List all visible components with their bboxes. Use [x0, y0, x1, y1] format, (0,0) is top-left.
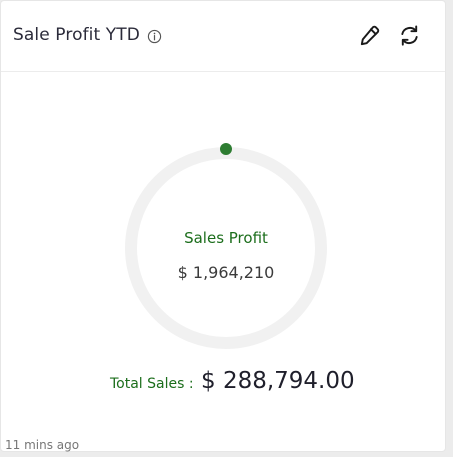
refresh-icon[interactable] [398, 24, 421, 47]
total-sales-label: Total Sales : [110, 376, 194, 392]
gauge-marker [220, 143, 232, 155]
last-updated-timestamp: 11 mins ago [5, 438, 80, 452]
gauge-track [125, 147, 327, 349]
gauge-label: Sales Profit [184, 229, 268, 247]
card-title: Sale Profit YTD [13, 25, 140, 45]
gauge-value: $ 1,964,210 [177, 263, 275, 282]
total-sales-value: $ 288,794.00 [201, 368, 355, 394]
pencil-edit-icon[interactable] [358, 24, 381, 47]
card-header: Sale Profit YTD [1, 1, 445, 72]
info-icon[interactable] [147, 29, 162, 44]
sales-profit-gauge [125, 143, 327, 349]
sale-profit-card: Sale Profit YTD Sales Profit $ 1,964,210… [0, 0, 446, 452]
